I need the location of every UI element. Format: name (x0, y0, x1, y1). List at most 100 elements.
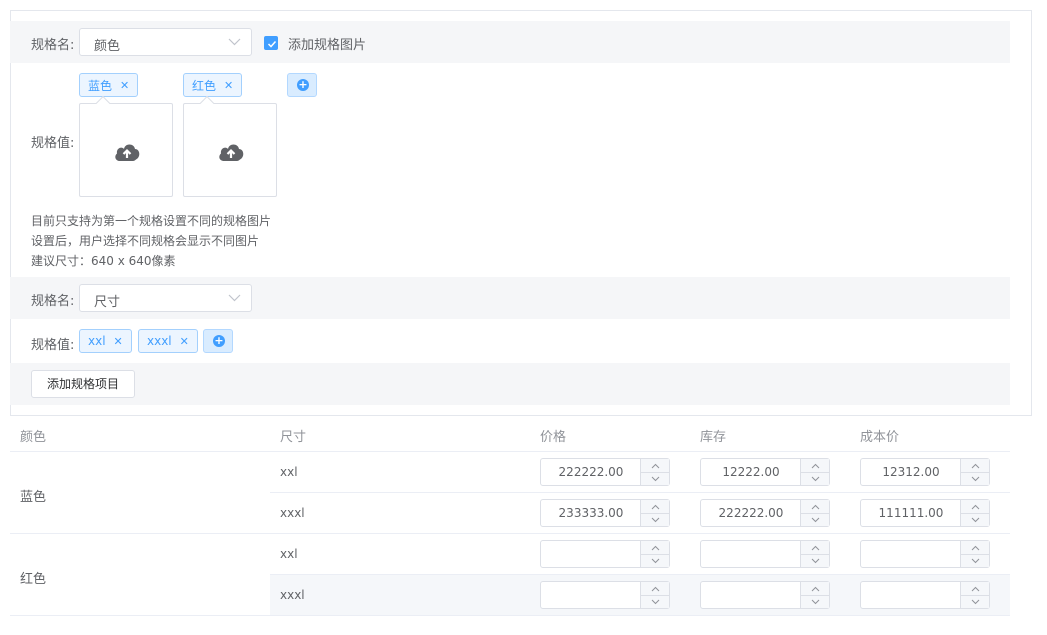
plus-icon: + (297, 78, 309, 91)
stock-input[interactable]: 222222.00 (700, 499, 830, 527)
stock-input[interactable]: 12222.00 (700, 458, 830, 486)
chevron-down-icon[interactable] (651, 558, 660, 564)
group-color-red: 红色 (20, 572, 47, 587)
chevron-up-icon[interactable] (971, 545, 980, 551)
chevron-down-icon (228, 294, 241, 302)
chevron-down-icon[interactable] (811, 517, 820, 523)
price-value[interactable]: 222222.00 (541, 465, 641, 479)
chevron-up-icon[interactable] (811, 545, 820, 551)
col-header-color: 颜色 (20, 430, 47, 445)
stepper-controls[interactable] (960, 459, 989, 485)
table-row-size: xxl (280, 547, 298, 561)
stepper-controls[interactable] (800, 459, 829, 485)
chevron-down-icon[interactable] (971, 558, 980, 564)
chevron-up-icon[interactable] (811, 504, 820, 510)
cost-value[interactable]: 12312.00 (861, 465, 961, 479)
col-header-stock: 库存 (700, 430, 727, 445)
stepper-controls[interactable] (640, 459, 669, 485)
chevron-down-icon[interactable] (971, 599, 980, 605)
table-row-size: xxxl (280, 506, 305, 520)
hint-line-1: 目前只支持为第一个规格设置不同的规格图片 (31, 214, 272, 228)
price-input[interactable]: 222222.00 (540, 458, 670, 486)
chevron-down-icon[interactable] (811, 599, 820, 605)
stepper-controls[interactable] (960, 582, 989, 608)
add-spec-item-button[interactable]: 添加规格项目 (31, 370, 135, 398)
chevron-up-icon[interactable] (651, 504, 660, 510)
cloud-upload-icon (219, 144, 244, 161)
hint-line-3: 建议尺寸：640 x 640像素 (31, 254, 176, 268)
plus-icon: + (213, 334, 225, 347)
chevron-down-icon[interactable] (971, 517, 980, 523)
stock-input[interactable] (700, 581, 830, 609)
group-color-blue: 蓝色 (20, 490, 47, 505)
tag-label: 红色 (192, 78, 217, 93)
cost-input[interactable]: 111111.00 (860, 499, 990, 527)
col-header-price: 价格 (540, 430, 567, 445)
stepper-controls[interactable] (960, 500, 989, 526)
spec2-name-select[interactable]: 尺寸 (79, 284, 252, 312)
price-value[interactable]: 233333.00 (541, 506, 641, 520)
chevron-up-icon[interactable] (971, 586, 980, 592)
stock-value[interactable]: 12222.00 (701, 465, 801, 479)
price-input[interactable] (540, 540, 670, 568)
spec1-name-label: 规格名: (31, 38, 75, 53)
add-spec-image-checkbox[interactable] (264, 36, 278, 50)
check-icon (267, 40, 277, 48)
tag-label: 蓝色 (88, 78, 113, 93)
price-input[interactable] (540, 581, 670, 609)
chevron-down-icon[interactable] (651, 476, 660, 482)
stepper-controls[interactable] (640, 582, 669, 608)
cloud-upload-icon (115, 144, 140, 161)
col-header-size: 尺寸 (280, 430, 307, 445)
stepper-controls[interactable] (800, 582, 829, 608)
chevron-up-icon[interactable] (651, 463, 660, 469)
chevron-down-icon[interactable] (971, 476, 980, 482)
stock-value[interactable]: 222222.00 (701, 506, 801, 520)
spec1-name-select[interactable]: 颜色 (79, 28, 252, 56)
stepper-controls[interactable] (960, 541, 989, 567)
chevron-up-icon[interactable] (971, 504, 980, 510)
cost-input[interactable]: 12312.00 (860, 458, 990, 486)
cost-input[interactable] (860, 540, 990, 568)
spec2-name-value: 尺寸 (94, 295, 121, 310)
spec1-tag-blue: 蓝色 ✕ (79, 73, 139, 97)
upload-image-blue[interactable] (79, 95, 173, 197)
chevron-down-icon[interactable] (651, 599, 660, 605)
chevron-up-icon[interactable] (971, 463, 980, 469)
tag-label: xxl (88, 334, 106, 348)
table-row-size: xxxl (280, 588, 305, 602)
stepper-controls[interactable] (800, 541, 829, 567)
close-icon[interactable]: ✕ (120, 79, 129, 92)
spec2-value-label: 规格值: (31, 338, 75, 353)
stepper-controls[interactable] (640, 500, 669, 526)
chevron-up-icon[interactable] (811, 586, 820, 592)
spec2-add-value-button[interactable]: + (203, 329, 233, 353)
spec1-add-value-button[interactable]: + (287, 73, 317, 97)
tag-label: xxxl (147, 334, 172, 348)
chevron-up-icon[interactable] (651, 586, 660, 592)
stepper-controls[interactable] (800, 500, 829, 526)
price-input[interactable]: 233333.00 (540, 499, 670, 527)
chevron-up-icon[interactable] (811, 463, 820, 469)
spec1-name-value: 颜色 (94, 39, 121, 54)
chevron-up-icon[interactable] (651, 545, 660, 551)
chevron-down-icon[interactable] (811, 476, 820, 482)
upload-image-red[interactable] (183, 95, 277, 197)
close-icon[interactable]: ✕ (224, 79, 233, 92)
chevron-down-icon[interactable] (811, 558, 820, 564)
spec1-tag-red: 红色 ✕ (183, 73, 243, 97)
cost-value[interactable]: 111111.00 (861, 506, 961, 520)
close-icon[interactable]: ✕ (114, 335, 123, 348)
chevron-down-icon[interactable] (651, 517, 660, 523)
cost-input[interactable] (860, 581, 990, 609)
close-icon[interactable]: ✕ (180, 335, 189, 348)
stock-input[interactable] (700, 540, 830, 568)
add-spec-image-label[interactable]: 添加规格图片 (288, 34, 366, 53)
spec2-tag-xxxl: xxxl ✕ (138, 329, 198, 353)
spec1-value-label: 规格值: (31, 136, 75, 151)
stepper-controls[interactable] (640, 541, 669, 567)
spec2-tag-xxl: xxl ✕ (79, 329, 132, 353)
table-row-size: xxl (280, 465, 298, 479)
add-spec-row (10, 363, 1010, 405)
spec2-name-label: 规格名: (31, 294, 75, 309)
